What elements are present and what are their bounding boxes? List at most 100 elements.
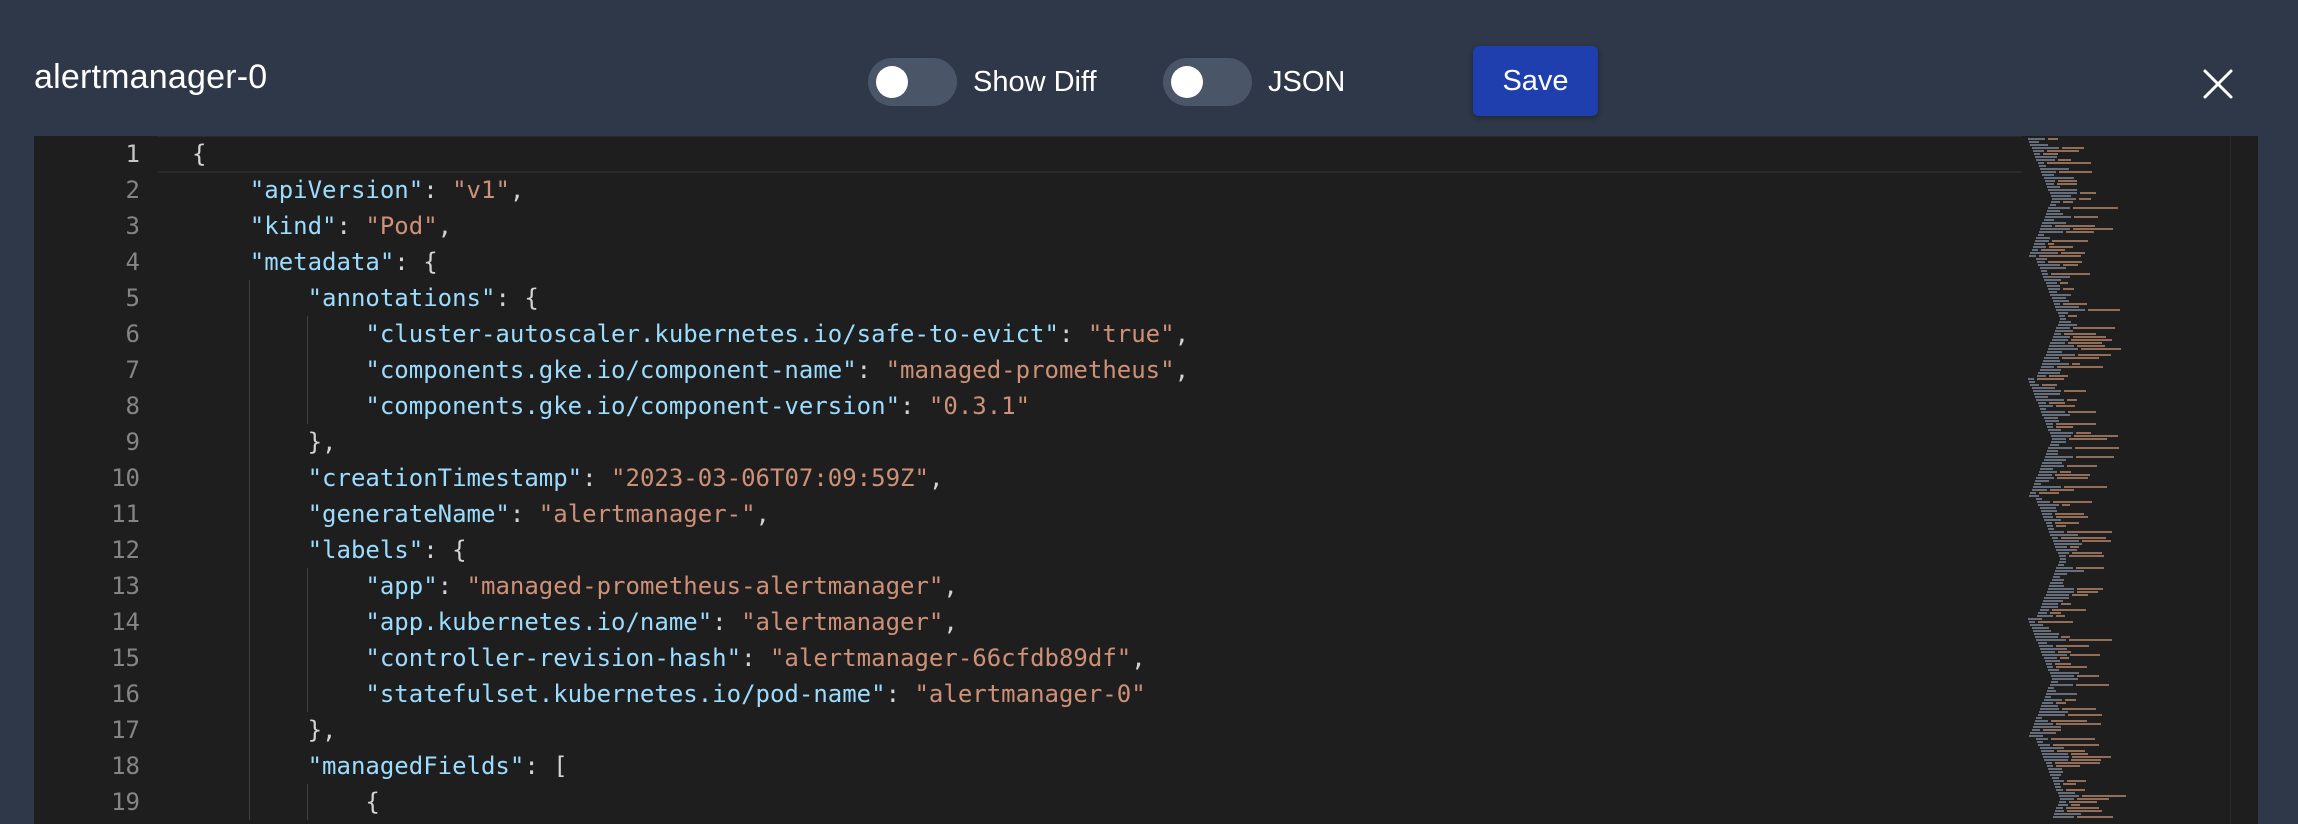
- minimap-line: [2081, 348, 2121, 350]
- minimap-line: [2040, 750, 2054, 752]
- close-icon[interactable]: [2196, 62, 2240, 106]
- minimap-line: [2048, 207, 2071, 209]
- minimap-line: [2055, 702, 2066, 704]
- minimap-line: [2028, 138, 2045, 140]
- minimap-line: [2051, 777, 2060, 779]
- scrollbar-thumb[interactable]: [2233, 136, 2257, 256]
- minimap-line: [2076, 675, 2099, 677]
- minimap-line: [2035, 480, 2050, 482]
- minimap-line: [2062, 288, 2075, 290]
- minimap-line: [2049, 345, 2075, 347]
- code-line: "generateName": "alertmanager-",: [308, 496, 770, 532]
- minimap-line: [2055, 546, 2068, 548]
- line-number: 5: [125, 284, 140, 312]
- minimap-line: [2060, 318, 2066, 320]
- minimap-line: [2042, 174, 2054, 176]
- json-string: "0.3.1": [928, 392, 1031, 420]
- show-diff-toggle-group[interactable]: Show Diff: [868, 58, 1097, 106]
- json-punctuation: ,: [1174, 356, 1190, 384]
- minimap-line: [2049, 204, 2056, 206]
- json-punctuation: :: [336, 212, 366, 240]
- minimap-line: [2069, 555, 2104, 557]
- minimap-line: [2056, 807, 2064, 809]
- minimap-line: [2043, 756, 2069, 758]
- json-string: "alertmanager": [741, 608, 944, 636]
- minimap-line: [2036, 477, 2055, 479]
- minimap-line: [2056, 723, 2102, 725]
- show-diff-label[interactable]: Show Diff: [973, 66, 1097, 99]
- line-number: 15: [111, 644, 140, 672]
- indent-guide: [248, 424, 250, 460]
- minimap-line: [2071, 756, 2112, 758]
- minimap-line: [2043, 153, 2059, 155]
- minimap-line: [2055, 330, 2074, 332]
- minimap-line: [2036, 738, 2048, 740]
- indent-guide: [306, 352, 308, 388]
- minimap-line: [2049, 444, 2059, 446]
- minimap-line: [2057, 564, 2064, 566]
- minimap-line: [2048, 447, 2072, 449]
- save-button[interactable]: Save: [1473, 46, 1598, 116]
- minimap-line: [2038, 372, 2061, 374]
- minimap-line: [2058, 321, 2071, 323]
- code-line: "managedFields": [: [308, 748, 568, 784]
- minimap-line: [2044, 696, 2051, 698]
- show-diff-toggle[interactable]: [868, 58, 957, 106]
- minimap-line: [2048, 402, 2065, 404]
- code-line: "labels": {: [308, 532, 467, 568]
- minimap-line: [2059, 282, 2069, 284]
- json-toggle-group[interactable]: JSON: [1163, 58, 1345, 106]
- minimap-line: [2043, 459, 2067, 461]
- minimap-line: [2047, 138, 2059, 140]
- indent-guide: [306, 676, 308, 712]
- minimap-line: [2052, 576, 2061, 578]
- minimap-line: [2061, 147, 2085, 149]
- minimap-line: [2048, 288, 2060, 290]
- minimap-line: [2056, 615, 2065, 617]
- code-editor[interactable]: 1 2 3 4 5 6 7 8 9 10 11 12 13 14 15 16 17 18 19 {"apiVersi…: [34, 136, 2258, 824]
- vertical-scrollbar[interactable]: [2230, 136, 2258, 824]
- json-punctuation: ,: [437, 212, 453, 240]
- minimap-line: [2057, 804, 2068, 806]
- minimap-line: [2051, 537, 2058, 539]
- json-key: "cluster-autoscaler.kubernetes.io/safe-t…: [365, 320, 1059, 348]
- minimap-line: [2051, 297, 2067, 299]
- minimap-line: [2057, 324, 2078, 326]
- minimap-line: [2039, 492, 2060, 494]
- minimap-line: [2061, 708, 2096, 710]
- line-number: 17: [111, 716, 140, 744]
- minimap-line: [2075, 432, 2092, 434]
- json-punctuation: :: [437, 572, 467, 600]
- line-number: 13: [111, 572, 140, 600]
- minimap-line: [2063, 783, 2077, 785]
- json-label[interactable]: JSON: [1268, 66, 1345, 99]
- minimap-line: [2072, 228, 2114, 230]
- minimap[interactable]: [2022, 136, 2212, 824]
- minimap-line: [2074, 216, 2098, 218]
- json-string: "managed-prometheus": [885, 356, 1175, 384]
- minimap-line: [2052, 336, 2070, 338]
- minimap-line: [2050, 435, 2072, 437]
- minimap-line: [2044, 759, 2069, 761]
- minimap-line: [2047, 150, 2080, 152]
- indent-guide: [248, 784, 250, 820]
- minimap-line: [2039, 267, 2066, 269]
- json-punctuation: ,: [943, 572, 958, 600]
- minimap-line: [2043, 600, 2064, 602]
- minimap-line: [2060, 636, 2071, 638]
- minimap-line: [2042, 363, 2070, 365]
- minimap-line: [2065, 231, 2094, 233]
- minimap-line: [2058, 801, 2067, 803]
- minimap-line: [2048, 687, 2055, 689]
- minimap-line: [2040, 228, 2070, 230]
- json-toggle[interactable]: [1163, 58, 1252, 106]
- code-line: {: [365, 784, 379, 820]
- minimap-line: [2061, 504, 2070, 506]
- minimap-line: [2048, 528, 2054, 530]
- code-area[interactable]: {"apiVersion": "v1", "kind": "Pod", "metad…: [158, 136, 2022, 824]
- minimap-line: [2063, 390, 2086, 392]
- minimap-line: [2052, 438, 2066, 440]
- minimap-line: [2043, 177, 2074, 179]
- minimap-line: [2037, 375, 2047, 377]
- minimap-line: [2068, 438, 2108, 440]
